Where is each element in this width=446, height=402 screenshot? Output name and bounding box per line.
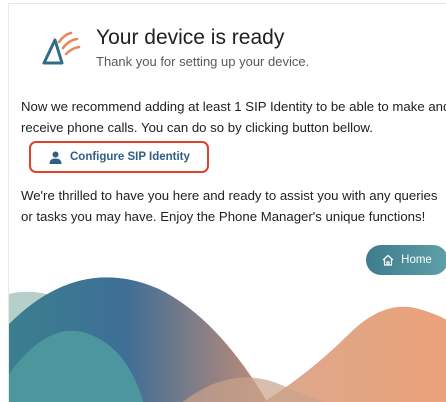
home-button[interactable]: Home (366, 245, 446, 275)
welcome-text: We're thrilled to have you here and read… (21, 188, 438, 224)
decorative-waves (9, 277, 446, 402)
recommendation-text: Now we recommend adding at least 1 SIP I… (21, 99, 446, 135)
setup-complete-card: Your device is ready Thank you for setti… (8, 3, 446, 402)
configure-sip-identity-button[interactable]: Configure SIP Identity (29, 141, 209, 173)
home-button-label: Home (401, 254, 432, 266)
configure-sip-identity-label: Configure SIP Identity (70, 151, 190, 163)
page-subtitle: Thank you for setting up your device. (96, 54, 310, 69)
page-title: Your device is ready (96, 26, 285, 49)
home-icon (382, 254, 394, 266)
app-logo-icon (42, 31, 81, 65)
person-icon (49, 151, 62, 164)
